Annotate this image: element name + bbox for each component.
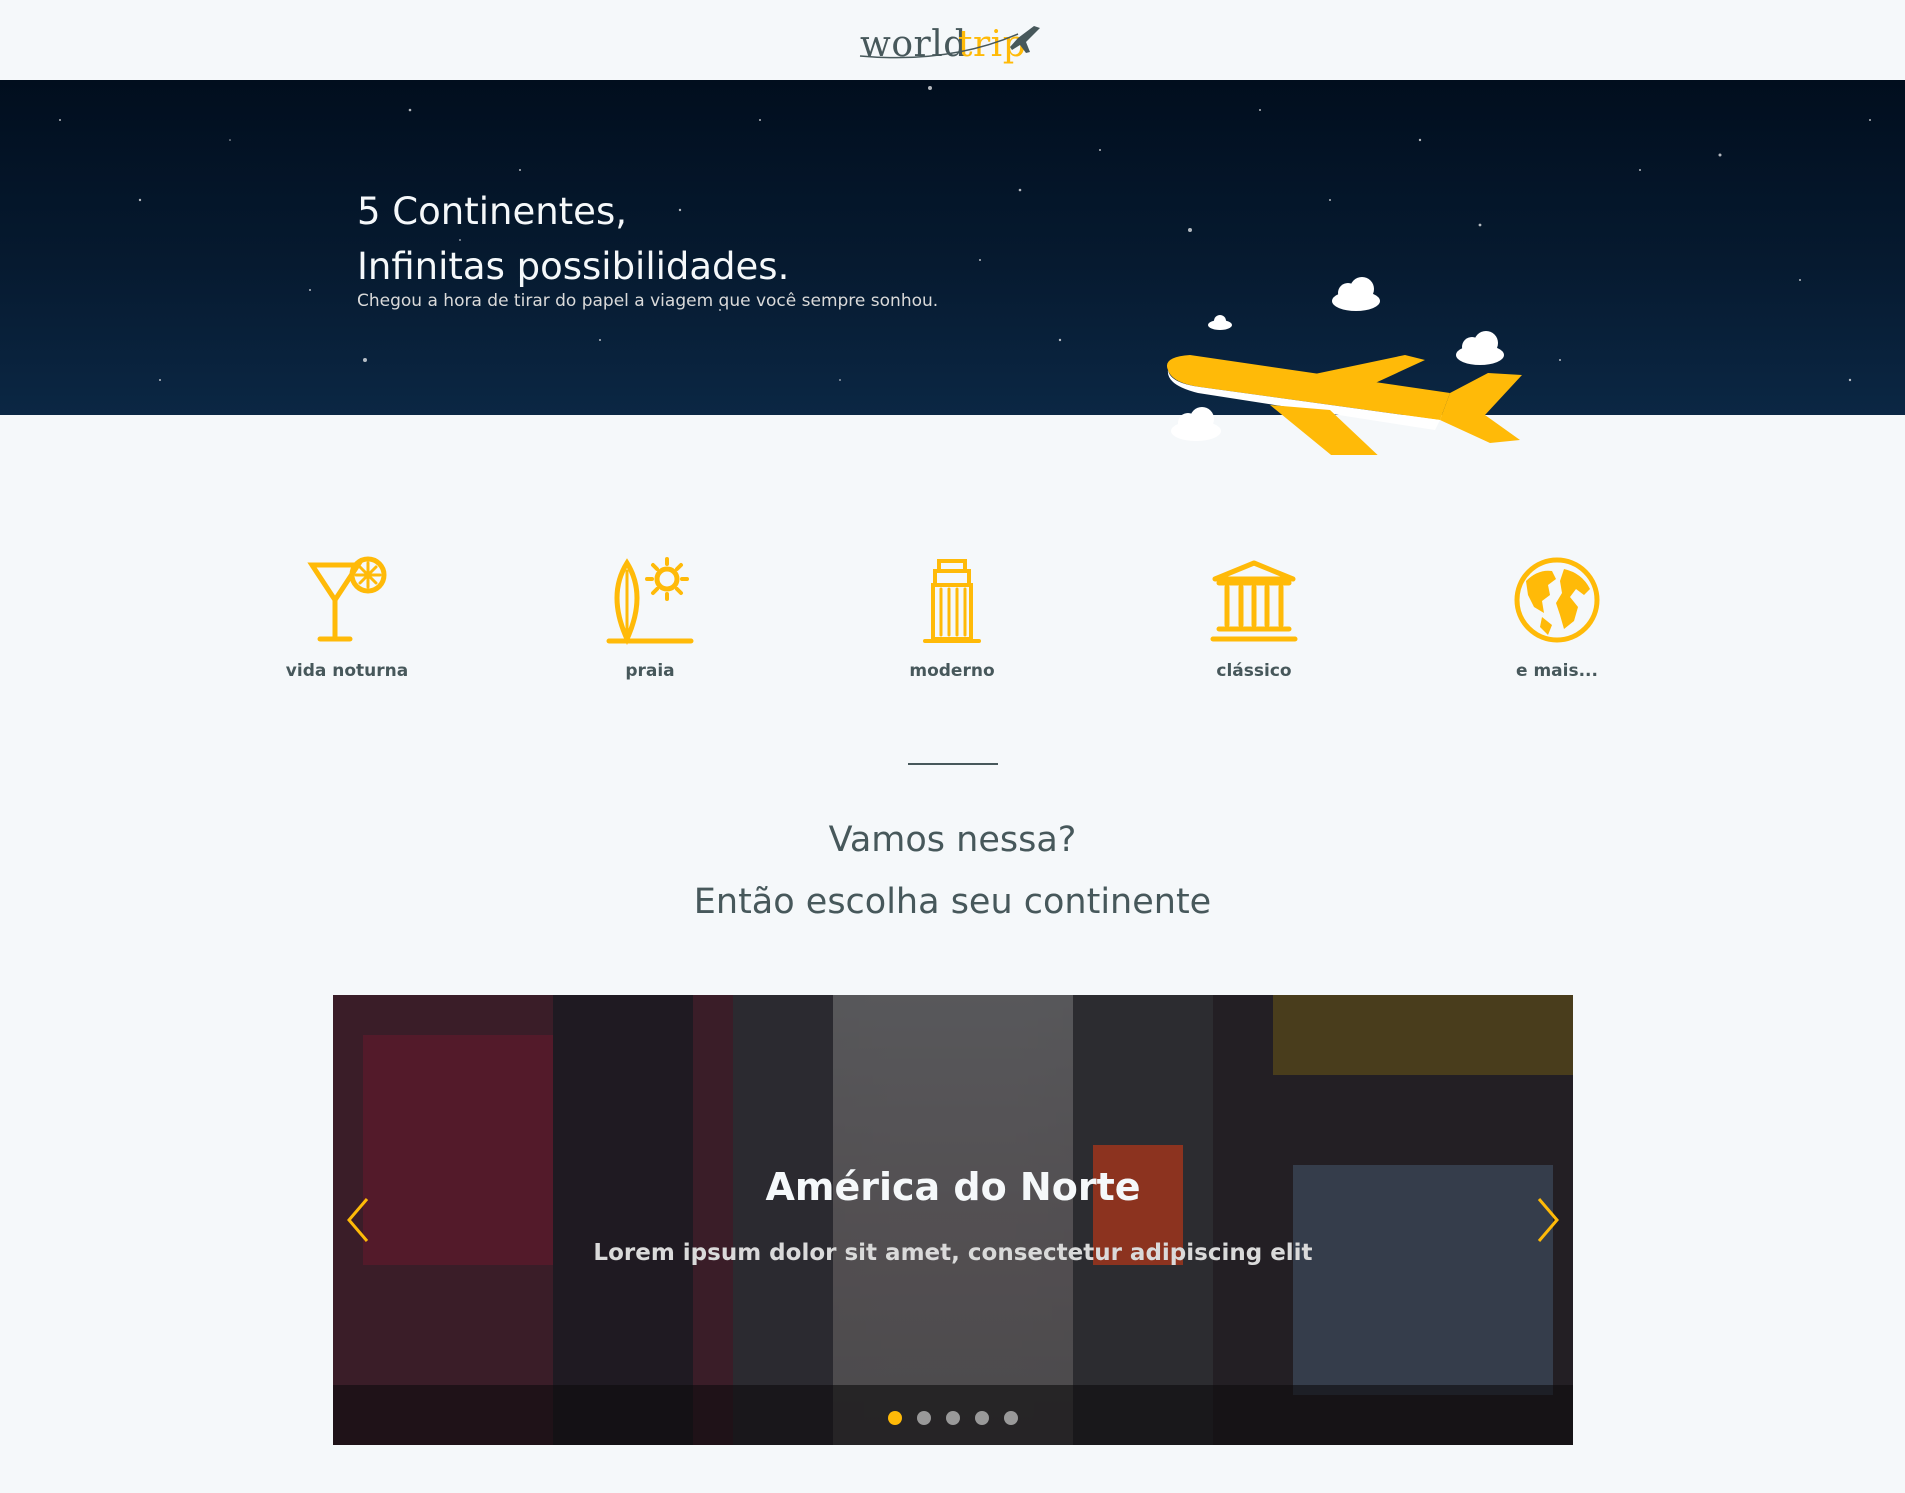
earth-icon: [1514, 557, 1600, 643]
slider-pagination: [333, 1410, 1573, 1429]
skyscraper-icon: [923, 559, 981, 643]
slide-subtitle: Lorem ipsum dolor sit amet, consectetur …: [593, 1240, 1313, 1266]
banner-title-line1: 5 Continentes,: [357, 190, 627, 233]
travel-type-beach[interactable]: praia: [550, 555, 750, 681]
travel-type-label: vida noturna: [285, 661, 409, 681]
logo-airplane-icon: [859, 26, 1040, 59]
travel-type-more[interactable]: e mais...: [1457, 555, 1657, 681]
banner-title: 5 Continentes, Infinitas possibilidades.: [357, 184, 789, 294]
slide-title: América do Norte: [765, 1165, 1141, 1209]
travel-types: vida noturna praia moderno clássico e ma…: [0, 555, 1905, 685]
museum-icon: [1210, 560, 1298, 642]
slider-prev-arrow-icon[interactable]: [343, 1195, 373, 1245]
slider-next-arrow-icon[interactable]: [1533, 1195, 1563, 1245]
section-divider: [908, 763, 998, 765]
surf-sun-icon: [606, 557, 694, 645]
slider-dot[interactable]: [946, 1411, 960, 1425]
travel-type-label: praia: [625, 661, 675, 681]
travel-type-nightlife[interactable]: vida noturna: [247, 555, 447, 681]
starfield-background: [59, 86, 1871, 382]
cta-line2: Então escolha seu continente: [693, 882, 1212, 922]
worldtrip-logo[interactable]: world trip: [858, 12, 1048, 68]
banner-subtitle: Chegou a hora de tirar do papel a viagem…: [357, 291, 939, 311]
cta-line1: Vamos nessa?: [828, 820, 1077, 860]
travel-type-classic[interactable]: clássico: [1154, 555, 1354, 681]
travel-type-modern[interactable]: moderno: [852, 555, 1052, 681]
slider-dot[interactable]: [1004, 1411, 1019, 1425]
slider-dot[interactable]: [887, 1411, 902, 1425]
hero-banner: 5 Continentes, Infinitas possibilidades.…: [0, 80, 1905, 455]
banner-title-line2: Infinitas possibilidades.: [357, 245, 790, 288]
travel-type-label: moderno: [909, 661, 995, 681]
slide-background-image: [333, 995, 1573, 1445]
continent-slider[interactable]: América do Norte Lorem ipsum dolor sit a…: [333, 995, 1573, 1445]
airplane-illustration: [1166, 277, 1522, 455]
header: world trip: [0, 0, 1905, 80]
slider-dot[interactable]: [975, 1411, 990, 1425]
travel-type-label: clássico: [1216, 661, 1292, 681]
cocktail-icon: [307, 556, 387, 642]
continent-cta: Vamos nessa? Então escolha seu continent…: [0, 815, 1905, 927]
slider-dot[interactable]: [916, 1411, 931, 1425]
travel-type-label: e mais...: [1516, 661, 1598, 681]
